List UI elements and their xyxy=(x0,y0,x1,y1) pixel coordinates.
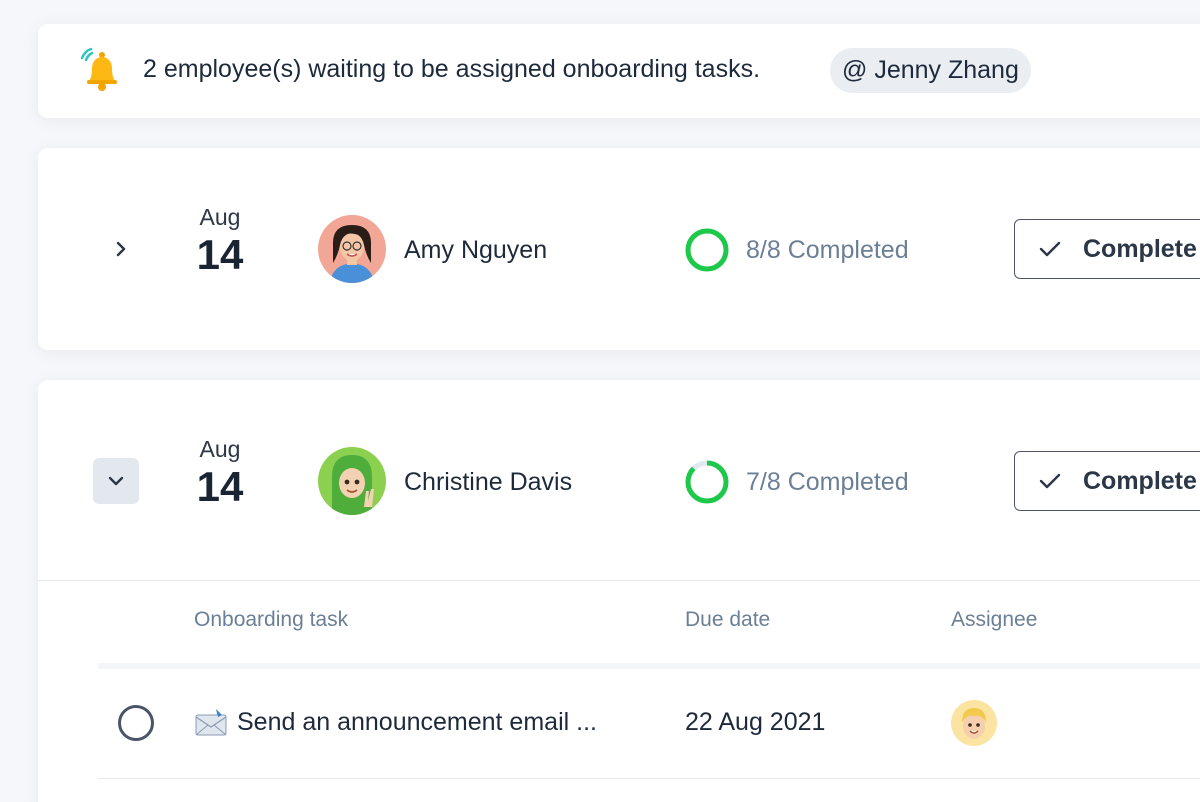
date-month: Aug xyxy=(199,436,241,462)
complete-button[interactable]: Complete xyxy=(1014,219,1200,279)
chevron-right-icon xyxy=(116,241,126,257)
notification-bar: 2 employee(s) waiting to be assigned onb… xyxy=(38,24,1200,118)
progress-ring-icon xyxy=(685,460,729,504)
employee-row: Aug 14 Christine Davis 7/8 Completed Com… xyxy=(38,380,1200,802)
divider xyxy=(38,580,1200,581)
mention-chip[interactable]: @ Jenny Zhang xyxy=(830,48,1031,93)
employee-name: Amy Nguyen xyxy=(404,236,548,264)
notification-message: 2 employee(s) waiting to be assigned onb… xyxy=(143,55,761,83)
check-icon xyxy=(1039,473,1061,489)
task-checkbox[interactable] xyxy=(118,705,154,741)
progress-indicator: 7/8 Completed xyxy=(684,459,909,505)
task-name[interactable]: Send an announcement email ... xyxy=(237,708,597,737)
start-date: Aug 14 xyxy=(180,204,260,280)
avatar xyxy=(318,215,386,283)
task-due-date: 22 Aug 2021 xyxy=(685,708,826,736)
column-header-due-date: Due date xyxy=(685,608,771,631)
envelope-icon xyxy=(195,709,227,736)
column-header-assignee: Assignee xyxy=(951,608,1038,631)
table-header-divider xyxy=(98,663,1200,669)
column-header-task: Onboarding task xyxy=(194,608,349,631)
chevron-down-icon xyxy=(108,476,124,486)
employee-row: Aug 14 Amy Nguyen 8/8 Completed Complete xyxy=(38,148,1200,350)
employee-name: Christine Davis xyxy=(404,468,573,496)
progress-indicator: 8/8 Completed xyxy=(684,227,909,273)
assignee-avatar[interactable] xyxy=(951,700,997,746)
complete-button-label: Complete xyxy=(1083,466,1197,495)
avatar xyxy=(318,447,386,515)
start-date: Aug 14 xyxy=(180,436,260,512)
complete-button[interactable]: Complete xyxy=(1014,451,1200,511)
check-icon xyxy=(1039,241,1061,257)
date-month: Aug xyxy=(199,204,241,230)
complete-button-label: Complete xyxy=(1083,234,1197,263)
progress-text: 8/8 Completed xyxy=(746,235,909,264)
date-day: 14 xyxy=(196,231,244,278)
collapse-button[interactable] xyxy=(93,458,139,504)
progress-text: 7/8 Completed xyxy=(746,467,909,496)
expand-button[interactable] xyxy=(98,226,144,272)
row-divider xyxy=(98,778,1200,779)
date-day: 14 xyxy=(196,463,244,510)
progress-ring-icon xyxy=(685,228,729,272)
bell-icon xyxy=(80,47,117,91)
